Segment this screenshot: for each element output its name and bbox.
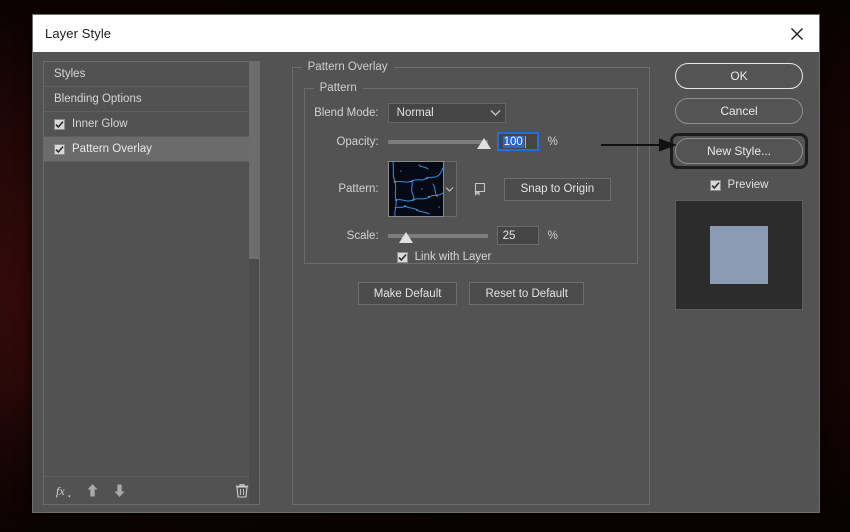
inner-glow-checkbox[interactable] <box>54 119 65 130</box>
opacity-slider-handle[interactable] <box>477 138 491 149</box>
dialog-titlebar: Layer Style <box>33 15 819 52</box>
opacity-label: Opacity: <box>305 136 388 148</box>
sidebar-item-label: Inner Glow <box>72 118 128 130</box>
preview-shape <box>710 226 768 284</box>
snap-to-origin-button[interactable]: Snap to Origin <box>504 178 612 201</box>
link-with-layer-row[interactable]: Link with Layer <box>397 251 637 263</box>
opacity-input[interactable]: 100 <box>497 132 539 151</box>
link-with-layer-checkbox[interactable] <box>397 252 408 263</box>
pattern-overlay-group: Pattern Overlay Pattern Blend Mode: Norm… <box>292 61 650 505</box>
sidebar-item-pattern-overlay[interactable]: Pattern Overlay <box>44 137 259 162</box>
scale-value: 25 <box>503 230 516 242</box>
scale-label: Scale: <box>305 230 388 242</box>
sidebar-item-blending-options[interactable]: Blending Options <box>44 87 259 112</box>
blend-mode-row: Blend Mode: Normal <box>305 103 637 123</box>
scale-unit: % <box>548 230 558 242</box>
styles-footer-toolbar: fx <box>44 476 259 504</box>
make-default-button[interactable]: Make Default <box>358 282 458 305</box>
style-preview-thumbnail <box>675 200 803 310</box>
sidebar-item-label: Styles <box>54 68 85 80</box>
dialog-body: Styles Blending Options Inner Glow <box>33 52 819 515</box>
pattern-swatch[interactable] <box>388 161 444 217</box>
pattern-overlay-panel: Pattern Overlay Pattern Blend Mode: Norm… <box>292 61 650 505</box>
trash-icon[interactable] <box>235 483 249 499</box>
scale-slider[interactable] <box>388 227 488 245</box>
svg-text:fx: fx <box>56 484 65 498</box>
chevron-down-icon <box>490 109 501 117</box>
text-caret <box>525 136 526 148</box>
close-icon[interactable] <box>774 16 819 52</box>
opacity-slider-track <box>388 140 488 144</box>
opacity-unit: % <box>548 136 558 148</box>
opacity-slider[interactable] <box>388 133 488 151</box>
new-pattern-icon[interactable] <box>473 180 491 198</box>
sidebar-item-inner-glow[interactable]: Inner Glow <box>44 112 259 137</box>
layer-style-dialog: Layer Style Styles Blending Options <box>32 14 820 513</box>
new-style-highlight-ring: New Style... <box>669 133 809 169</box>
pattern-overlay-group-title: Pattern Overlay <box>302 61 394 73</box>
styles-list-scrollbar[interactable] <box>249 62 259 504</box>
pattern-group: Pattern Blend Mode: Normal <box>304 82 638 264</box>
styles-list: Styles Blending Options Inner Glow <box>44 62 259 476</box>
scale-row: Scale: 25 % <box>305 226 637 245</box>
blend-mode-select[interactable]: Normal <box>388 103 506 123</box>
preview-checkbox[interactable] <box>710 180 721 191</box>
scale-input[interactable]: 25 <box>497 226 539 245</box>
blend-mode-label: Blend Mode: <box>305 107 388 119</box>
pattern-overlay-checkbox[interactable] <box>54 144 65 155</box>
pattern-swatch-wrap <box>388 161 457 217</box>
blend-mode-value: Normal <box>397 107 434 119</box>
sidebar-item-styles[interactable]: Styles <box>44 62 259 87</box>
scale-slider-handle[interactable] <box>399 232 413 243</box>
dialog-title: Layer Style <box>33 26 111 41</box>
pattern-group-title: Pattern <box>314 82 363 94</box>
pattern-row: Pattern: <box>305 161 637 217</box>
preview-toggle[interactable]: Preview <box>710 179 769 191</box>
pattern-label: Pattern: <box>305 183 388 195</box>
new-style-button[interactable]: New Style... <box>675 138 803 164</box>
scrollbar-thumb[interactable] <box>249 62 259 259</box>
arrow-down-icon[interactable] <box>113 483 126 498</box>
sidebar-item-label: Blending Options <box>54 93 142 105</box>
opacity-row: Opacity: 100 % <box>305 132 637 151</box>
pattern-dropdown-button[interactable] <box>444 161 457 217</box>
link-with-layer-label: Link with Layer <box>415 251 492 263</box>
arrow-up-icon[interactable] <box>86 483 99 498</box>
ok-button[interactable]: OK <box>675 63 803 89</box>
cancel-button[interactable]: Cancel <box>675 98 803 124</box>
styles-panel: Styles Blending Options Inner Glow <box>43 61 260 505</box>
dialog-action-column: OK Cancel New Style... Preview <box>669 61 809 505</box>
opacity-value: 100 <box>503 136 524 148</box>
reset-to-default-button[interactable]: Reset to Default <box>469 282 583 305</box>
sidebar-item-label: Pattern Overlay <box>72 143 152 155</box>
preview-label: Preview <box>728 179 769 191</box>
fx-icon[interactable]: fx <box>56 483 72 499</box>
default-buttons-row: Make Default Reset to Default <box>293 282 649 305</box>
